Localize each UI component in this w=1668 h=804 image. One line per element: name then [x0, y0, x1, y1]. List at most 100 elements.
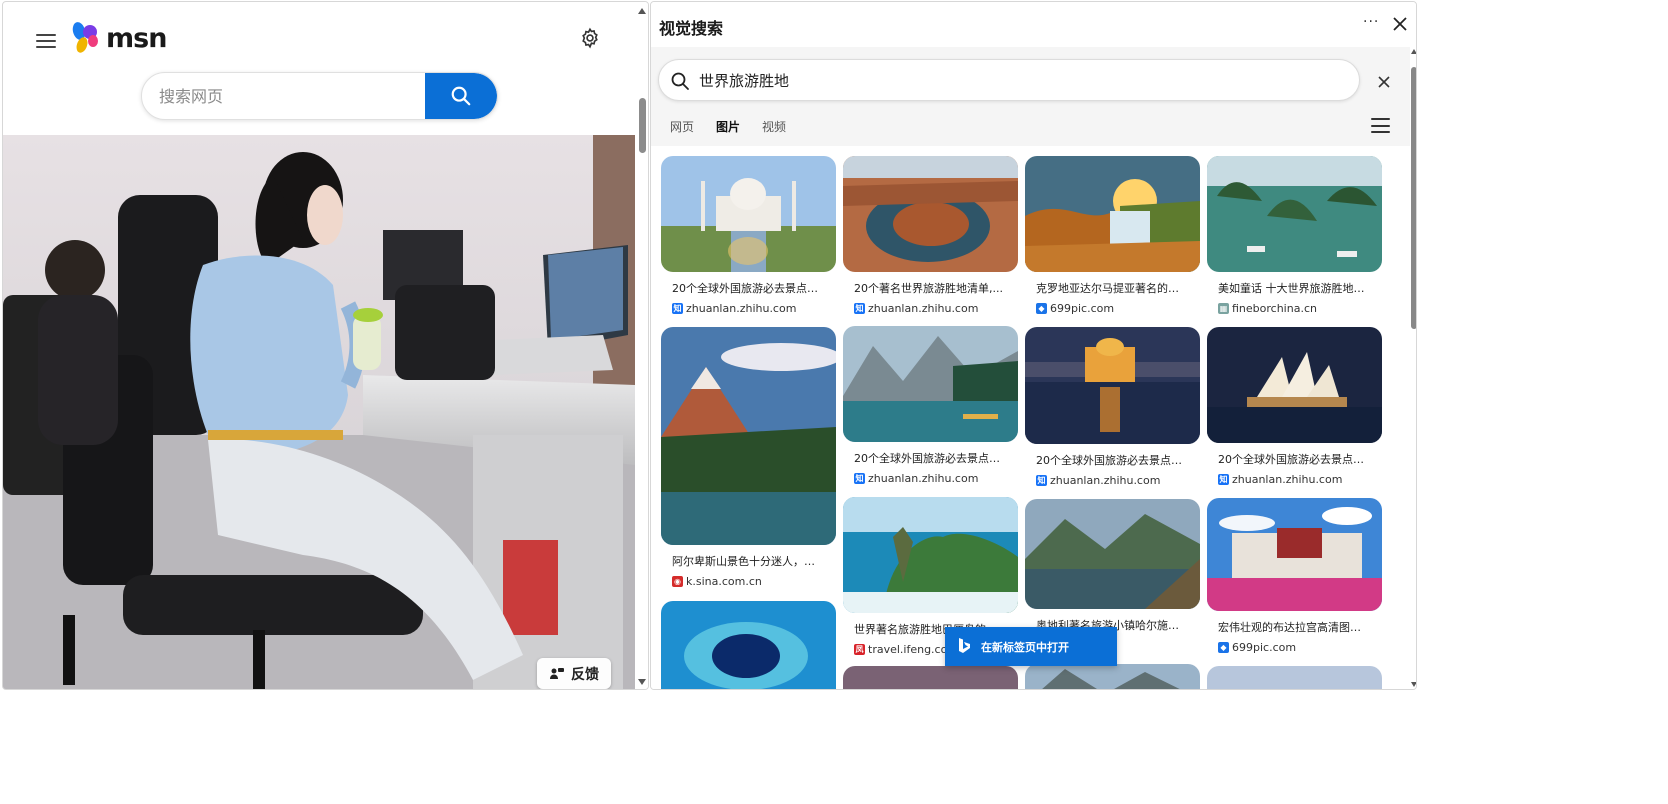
zhihu-favicon-icon: 知	[1036, 475, 1047, 486]
result-source[interactable]: ◆ 699pic.com	[1207, 641, 1382, 654]
result-source[interactable]: 知 zhuanlan.zhihu.com	[843, 302, 1018, 315]
open-in-new-tab-label: 在新标签页中打开	[981, 640, 1069, 654]
result-source-text: zhuanlan.zhihu.com	[686, 302, 797, 315]
result-thumbnail[interactable]	[1207, 666, 1382, 689]
result-card[interactable]	[1207, 666, 1382, 689]
result-source-text: zhuanlan.zhihu.com	[868, 472, 979, 485]
tab-images[interactable]: 图片	[716, 118, 741, 149]
feature-photo[interactable]	[3, 135, 635, 689]
visual-search-title: 视觉搜索	[659, 19, 724, 38]
scroll-up-arrow-icon[interactable]	[1411, 49, 1416, 54]
result-thumbnail[interactable]	[1207, 498, 1382, 611]
result-card[interactable]: 美如童话 十大世界旅游胜地推... ▦ fineborchina.cn	[1207, 156, 1382, 315]
menu-icon[interactable]	[1371, 118, 1390, 133]
result-source[interactable]: ◆ 699pic.com	[1025, 302, 1200, 315]
result-card[interactable]: 克罗地亚达尔马提亚著名的旅... ◆ 699pic.com	[1025, 156, 1200, 315]
result-caption[interactable]: 20个著名世界旅游胜地清单,...	[843, 280, 1007, 296]
visual-search-scrollbar[interactable]	[1410, 47, 1416, 689]
result-thumbnail[interactable]	[661, 327, 836, 545]
zhihu-favicon-icon: 知	[1218, 474, 1229, 485]
result-caption[interactable]: 美如童话 十大世界旅游胜地推...	[1207, 280, 1371, 296]
result-caption[interactable]: 阿尔卑斯山景色十分迷人，是...	[661, 553, 825, 569]
msn-logo[interactable]: msn	[70, 21, 167, 55]
result-thumbnail[interactable]	[1025, 156, 1200, 272]
result-source[interactable]: ◉ k.sina.com.cn	[661, 575, 836, 588]
result-card[interactable]: 20个著名世界旅游胜地清单,... 知 zhuanlan.zhihu.com	[843, 156, 1018, 315]
msn-search-button[interactable]	[425, 73, 497, 119]
more-options-icon[interactable]: ···	[1363, 14, 1379, 30]
result-card[interactable]: 阿尔卑斯山景色十分迷人，是... ◉ k.sina.com.cn	[661, 327, 836, 588]
result-card[interactable]	[843, 666, 1018, 689]
result-thumbnail[interactable]	[1025, 327, 1200, 444]
result-thumbnail[interactable]	[1025, 664, 1200, 689]
scroll-down-arrow-icon[interactable]	[638, 679, 646, 685]
close-icon[interactable]	[1391, 15, 1409, 33]
result-card[interactable]: 20个全球外国旅游必去景点，... 知 zhuanlan.zhihu.com	[661, 156, 836, 315]
msn-search-input[interactable]	[142, 73, 426, 119]
visual-search-body: 网页 图片 视频 20个全球外国旅游必去景点，... 知zhuanlan	[651, 47, 1410, 689]
result-card[interactable]	[661, 601, 836, 689]
result-card[interactable]: 宏伟壮观的布达拉宫高清图片... ◆ 699pic.com	[1207, 498, 1382, 654]
hamburger-icon[interactable]	[36, 34, 56, 48]
result-caption[interactable]: 20个全球外国旅游必去景点，...	[1025, 452, 1189, 468]
result-card[interactable]: 20个全球外国旅游必去景点，... 知 zhuanlan.zhihu.com	[843, 326, 1018, 485]
result-source[interactable]: 知 zhuanlan.zhihu.com	[661, 302, 836, 315]
scroll-up-arrow-icon[interactable]	[638, 8, 646, 14]
result-card[interactable]: 奥地利著名旅游小镇哈尔施塔...	[1025, 499, 1200, 633]
zhihu-favicon-icon: 知	[854, 303, 865, 314]
tab-web[interactable]: 网页	[670, 118, 694, 143]
result-caption[interactable]: 宏伟壮观的布达拉宫高清图片...	[1207, 619, 1371, 635]
result-thumbnail[interactable]	[843, 497, 1018, 613]
result-thumbnail[interactable]	[843, 666, 1018, 689]
visual-search-scroll-thumb[interactable]	[1411, 67, 1416, 329]
result-caption[interactable]: 克罗地亚达尔马提亚著名的旅...	[1025, 280, 1189, 296]
feedback-button[interactable]: 反馈	[537, 658, 611, 689]
visual-search-header: 视觉搜索 ···	[651, 2, 1416, 47]
result-thumbnail[interactable]	[661, 156, 836, 272]
result-source-text: 699pic.com	[1050, 302, 1115, 315]
sina-favicon-icon: ◉	[672, 576, 683, 587]
msn-butterfly-logo	[72, 22, 98, 53]
result-source-text: k.sina.com.cn	[686, 575, 762, 588]
result-source[interactable]: 知 zhuanlan.zhihu.com	[1025, 474, 1200, 487]
site-favicon-icon: ▦	[1218, 303, 1229, 314]
result-card[interactable]: 20个全球外国旅游必去景点，... 知 zhuanlan.zhihu.com	[1025, 327, 1200, 487]
msn-search-box	[141, 72, 498, 120]
result-tabs: 网页 图片 视频	[670, 118, 786, 149]
msn-scrollbar[interactable]	[635, 2, 648, 689]
result-thumbnail[interactable]	[1207, 327, 1382, 443]
result-source[interactable]: ▦ fineborchina.cn	[1207, 302, 1382, 315]
msn-scroll-thumb[interactable]	[639, 98, 646, 153]
699pic-favicon-icon: ◆	[1218, 642, 1229, 653]
open-in-new-tab-button[interactable]: 在新标签页中打开	[945, 627, 1117, 666]
tab-videos[interactable]: 视频	[762, 118, 786, 143]
result-source-text: zhuanlan.zhihu.com	[1050, 474, 1161, 487]
bing-icon	[959, 638, 970, 653]
result-thumbnail[interactable]	[843, 156, 1018, 272]
search-icon	[451, 86, 471, 106]
zhihu-favicon-icon: 知	[672, 303, 683, 314]
result-caption[interactable]: 20个全球外国旅游必去景点，...	[843, 450, 1007, 466]
result-thumbnail[interactable]	[661, 601, 836, 689]
image-results-grid: 20个全球外国旅游必去景点，... 知 zhuanlan.zhihu.com 20…	[651, 146, 1410, 689]
scroll-down-arrow-icon[interactable]	[1411, 682, 1416, 687]
result-caption[interactable]: 20个全球外国旅游必去景点，...	[1207, 451, 1371, 467]
query-input[interactable]	[699, 60, 1299, 100]
ifeng-favicon-icon: 凤	[854, 644, 865, 655]
result-thumbnail[interactable]	[1025, 499, 1200, 609]
result-card[interactable]: 20个全球外国旅游必去景点，... 知 zhuanlan.zhihu.com	[1207, 327, 1382, 486]
query-box	[658, 59, 1360, 101]
msn-logo-text: msn	[106, 22, 167, 54]
gear-icon[interactable]	[579, 27, 601, 49]
result-caption[interactable]: 20个全球外国旅游必去景点，...	[661, 280, 825, 296]
result-thumbnail[interactable]	[1207, 156, 1382, 272]
result-card[interactable]	[1025, 664, 1200, 689]
result-thumbnail[interactable]	[843, 326, 1018, 442]
feedback-icon	[550, 667, 564, 679]
result-source-text: 699pic.com	[1232, 641, 1297, 654]
clear-query-icon[interactable]	[1377, 74, 1391, 88]
result-source[interactable]: 知 zhuanlan.zhihu.com	[843, 472, 1018, 485]
result-source-text: fineborchina.cn	[1232, 302, 1317, 315]
result-source[interactable]: 知 zhuanlan.zhihu.com	[1207, 473, 1382, 486]
result-source-text: zhuanlan.zhihu.com	[1232, 473, 1343, 486]
